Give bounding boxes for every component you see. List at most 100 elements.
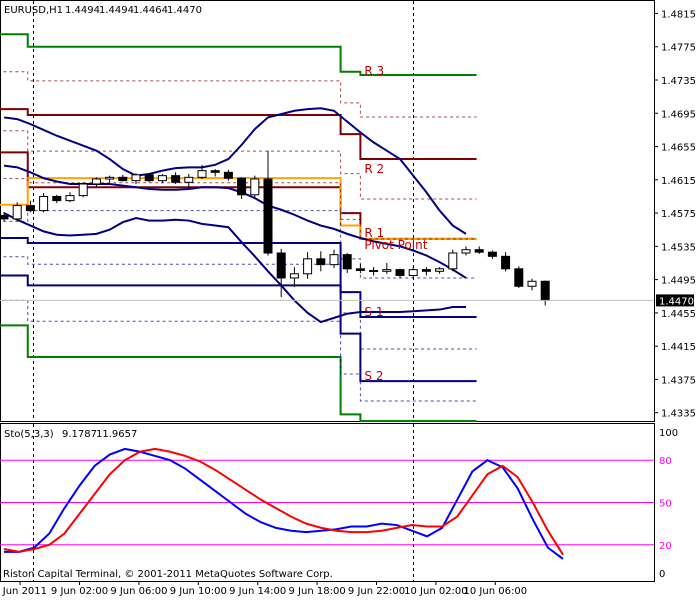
stochastic-panel[interactable]: 100 80 50 20 0: [0, 428, 678, 580]
chart-canvas[interactable]: 100 80 50 20 0 1.4815 1.4775 1.4735 1.4695 1.465…: [0, 0, 697, 598]
candle-body-bear: [421, 269, 431, 272]
candle-body-bull: [448, 252, 458, 270]
candle: [382, 262, 392, 274]
candle: [65, 192, 75, 203]
candle-body-bear: [210, 170, 220, 173]
candle-body-bull: [435, 268, 445, 272]
price-tick-label: 1.4735: [661, 76, 696, 87]
main-panel-frame: [0, 0, 655, 422]
candle: [342, 253, 352, 273]
candle-body-bear: [355, 268, 365, 271]
candle: [448, 249, 458, 272]
candle-body-bull: [250, 178, 260, 196]
candle: [329, 249, 339, 268]
candle: [395, 268, 405, 278]
stoch-tick-label: 80: [659, 456, 672, 467]
mid-level-line: [0, 299, 477, 402]
candle: [105, 175, 115, 183]
candle: [461, 246, 471, 256]
candle-body-bear: [540, 280, 550, 301]
price-tick-label: 1.4575: [661, 209, 696, 220]
candle-body-bull: [408, 269, 418, 276]
candle-body-bull: [527, 280, 537, 287]
candle-body-bull: [184, 176, 194, 183]
candle-body-bull: [329, 254, 339, 266]
stoch-tick-label: 20: [659, 541, 672, 552]
price-tick-label: 1.4375: [661, 375, 696, 386]
candle-body-bear: [144, 174, 154, 182]
candle: [39, 193, 49, 213]
stoch-title: Sto(5,3,3): [4, 429, 54, 440]
candle-body-bear: [171, 175, 181, 183]
candle: [184, 173, 194, 189]
price-tick-label: 1.4815: [661, 9, 696, 20]
time-tick-label: 9 Jun 18:00: [289, 586, 346, 597]
candle-body-bull: [12, 205, 22, 220]
pivot-labels: R 3R 2R 1Pivot PointS 1S 2: [364, 64, 427, 383]
time-tick-label: 9 Jun 10:00: [170, 586, 227, 597]
candle-body-bull: [131, 174, 141, 182]
candle: [408, 267, 418, 278]
current-price-marker: 1.4470: [656, 294, 694, 307]
candle-body-bear: [369, 269, 379, 272]
candle-body-bear: [118, 176, 128, 182]
stoch-signal-value: 11.9657: [96, 429, 137, 440]
candle: [303, 252, 313, 279]
mid-level-line: [0, 71, 477, 118]
candle-body-bear: [501, 255, 511, 270]
time-tick-label: 10 Jun 06:00: [464, 586, 528, 597]
ohlc-low: 1.4464: [133, 5, 168, 16]
candle: [263, 150, 273, 256]
ohlc-high: 1.4494: [99, 5, 134, 16]
price-axis: 1.4815 1.4775 1.4735 1.4695 1.4655 1.4615 1.45…: [654, 9, 696, 420]
pivot-label: R 2: [364, 162, 384, 176]
pivot-label: S 1: [364, 305, 383, 319]
price-panel[interactable]: [0, 33, 654, 422]
candle: [157, 173, 167, 184]
ohlc-open: 1.4494: [65, 5, 100, 16]
candle: [514, 266, 524, 288]
price-tick-label: 1.4695: [661, 109, 696, 120]
stoch-tick-label: 0: [659, 569, 665, 580]
price-tick-label: 1.4335: [661, 409, 696, 420]
r2-line: [0, 108, 477, 161]
candle: [540, 280, 550, 306]
candle: [237, 177, 247, 199]
candle-body-bear: [474, 249, 484, 253]
terminal-footer: Riston Capital Terminal, © 2001-2011 Met…: [3, 569, 333, 580]
candle-body-bull: [289, 273, 299, 279]
candle: [78, 182, 88, 198]
candle-body-bear: [223, 171, 233, 179]
candle: [210, 169, 220, 177]
time-axis: 9 Jun 2011 9 Jun 02:009 Jun 06:009 Jun 10…: [0, 581, 527, 597]
svg-text:1.4470: 1.4470: [659, 296, 694, 307]
pivot-label: Pivot Point: [364, 238, 427, 252]
candle-body-bull: [91, 178, 101, 185]
candle-body-bear: [263, 178, 273, 254]
candle: [52, 194, 62, 204]
stoch-tick-label: 50: [659, 499, 672, 510]
price-tick-label: 1.4655: [661, 143, 696, 154]
stoch-signal-line: [3, 447, 564, 556]
candle-body-bear: [276, 252, 286, 279]
candle: [501, 252, 511, 272]
candle: [91, 177, 101, 188]
candle: [144, 173, 154, 183]
time-tick-label: 9 Jun 14:00: [229, 586, 286, 597]
stoch-tick-label: 100: [659, 428, 678, 439]
candle-body-bear: [342, 254, 352, 270]
candle-body-bear: [514, 268, 524, 287]
candle: [369, 267, 379, 276]
pivot-label: R 3: [364, 64, 384, 78]
candle-body-bull: [65, 195, 75, 202]
mt4-chart-window: 100 80 50 20 0 1.4815 1.4775 1.4735 1.4695 1.465…: [0, 0, 697, 598]
candle-body-bull: [78, 183, 88, 197]
price-tick-label: 1.4535: [661, 242, 696, 253]
candle-body-bull: [157, 175, 167, 182]
mid-level-line: [0, 256, 477, 350]
price-tick-label: 1.4495: [661, 276, 696, 287]
ohlc-close: 1.4470: [167, 5, 202, 16]
candle-body-bear: [0, 215, 9, 220]
price-tick-label: 1.4455: [661, 309, 696, 320]
stoch-main-value: 9.1787: [62, 429, 97, 440]
